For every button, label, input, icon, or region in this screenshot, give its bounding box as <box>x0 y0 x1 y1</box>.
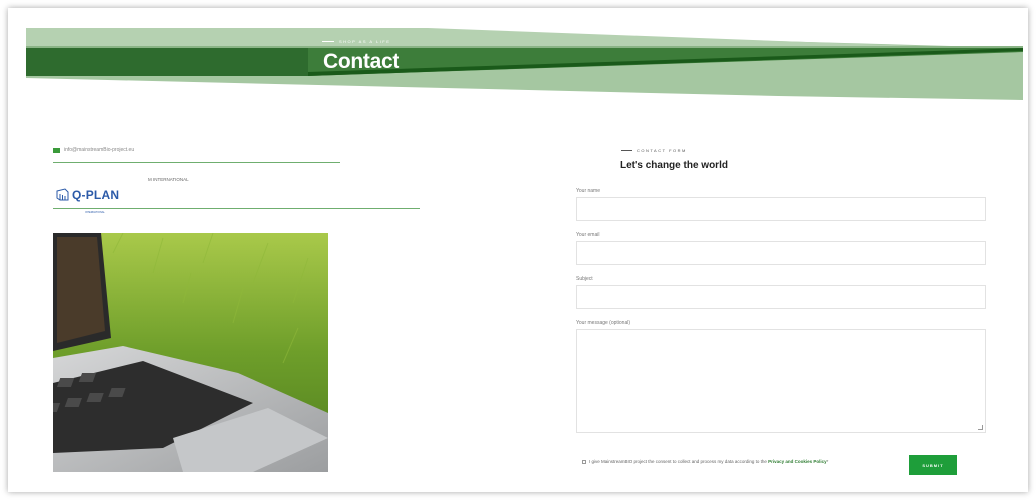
resize-handle-icon[interactable] <box>978 425 983 430</box>
contact-info: info@mainstreamBio-project.eu M INTERNAT… <box>53 143 433 214</box>
consent-text: I give MainstreamBIO project the consent… <box>589 459 828 464</box>
divider <box>53 162 340 163</box>
partner-label: M INTERNATIONAL <box>148 177 189 182</box>
laptop-on-grass-image <box>53 233 328 472</box>
subject-input[interactable] <box>576 285 986 309</box>
banner-graphic <box>26 28 1023 100</box>
consent-text-body: I give MainstreamBIO project the consent… <box>589 459 769 464</box>
privacy-policy-link[interactable]: Privacy and Cookies Policy <box>768 459 827 464</box>
header-banner: Shop as a life Contact <box>8 8 1028 118</box>
consent-checkbox[interactable] <box>582 459 586 464</box>
envelope-icon <box>53 147 60 153</box>
name-input[interactable] <box>576 197 986 221</box>
name-label: Your name <box>576 188 600 194</box>
qplan-logo-icon <box>56 188 69 201</box>
divider <box>53 208 420 209</box>
header-eyebrow: Shop as a life <box>322 39 390 44</box>
email-link[interactable]: info@mainstreamBio-project.eu <box>64 147 134 153</box>
consent-row: I give MainstreamBIO project the consent… <box>582 459 828 464</box>
form-title: Let's change the world <box>620 160 728 171</box>
email-label: Your email <box>576 232 600 238</box>
subject-label: Subject <box>576 276 593 282</box>
message-textarea[interactable] <box>576 329 986 433</box>
logo-text: Q-PLAN <box>72 188 120 202</box>
header-eyebrow-text: Shop as a life <box>339 39 391 44</box>
form-eyebrow: Contact form <box>621 148 687 153</box>
page: Shop as a life Contact info@mainstreamBi… <box>8 8 1028 492</box>
page-title: Contact <box>323 50 400 73</box>
email-input[interactable] <box>576 241 986 265</box>
consent-required-mark: * <box>826 459 829 464</box>
email-row[interactable]: info@mainstreamBio-project.eu <box>53 143 433 157</box>
logo-subtext: INTERNATIONAL <box>85 211 105 214</box>
partner-logo[interactable]: Q-PLAN <box>56 186 433 204</box>
submit-button[interactable]: Submit <box>909 455 957 475</box>
message-label: Your message (optional) <box>576 320 631 326</box>
form-eyebrow-text: Contact form <box>637 148 687 153</box>
